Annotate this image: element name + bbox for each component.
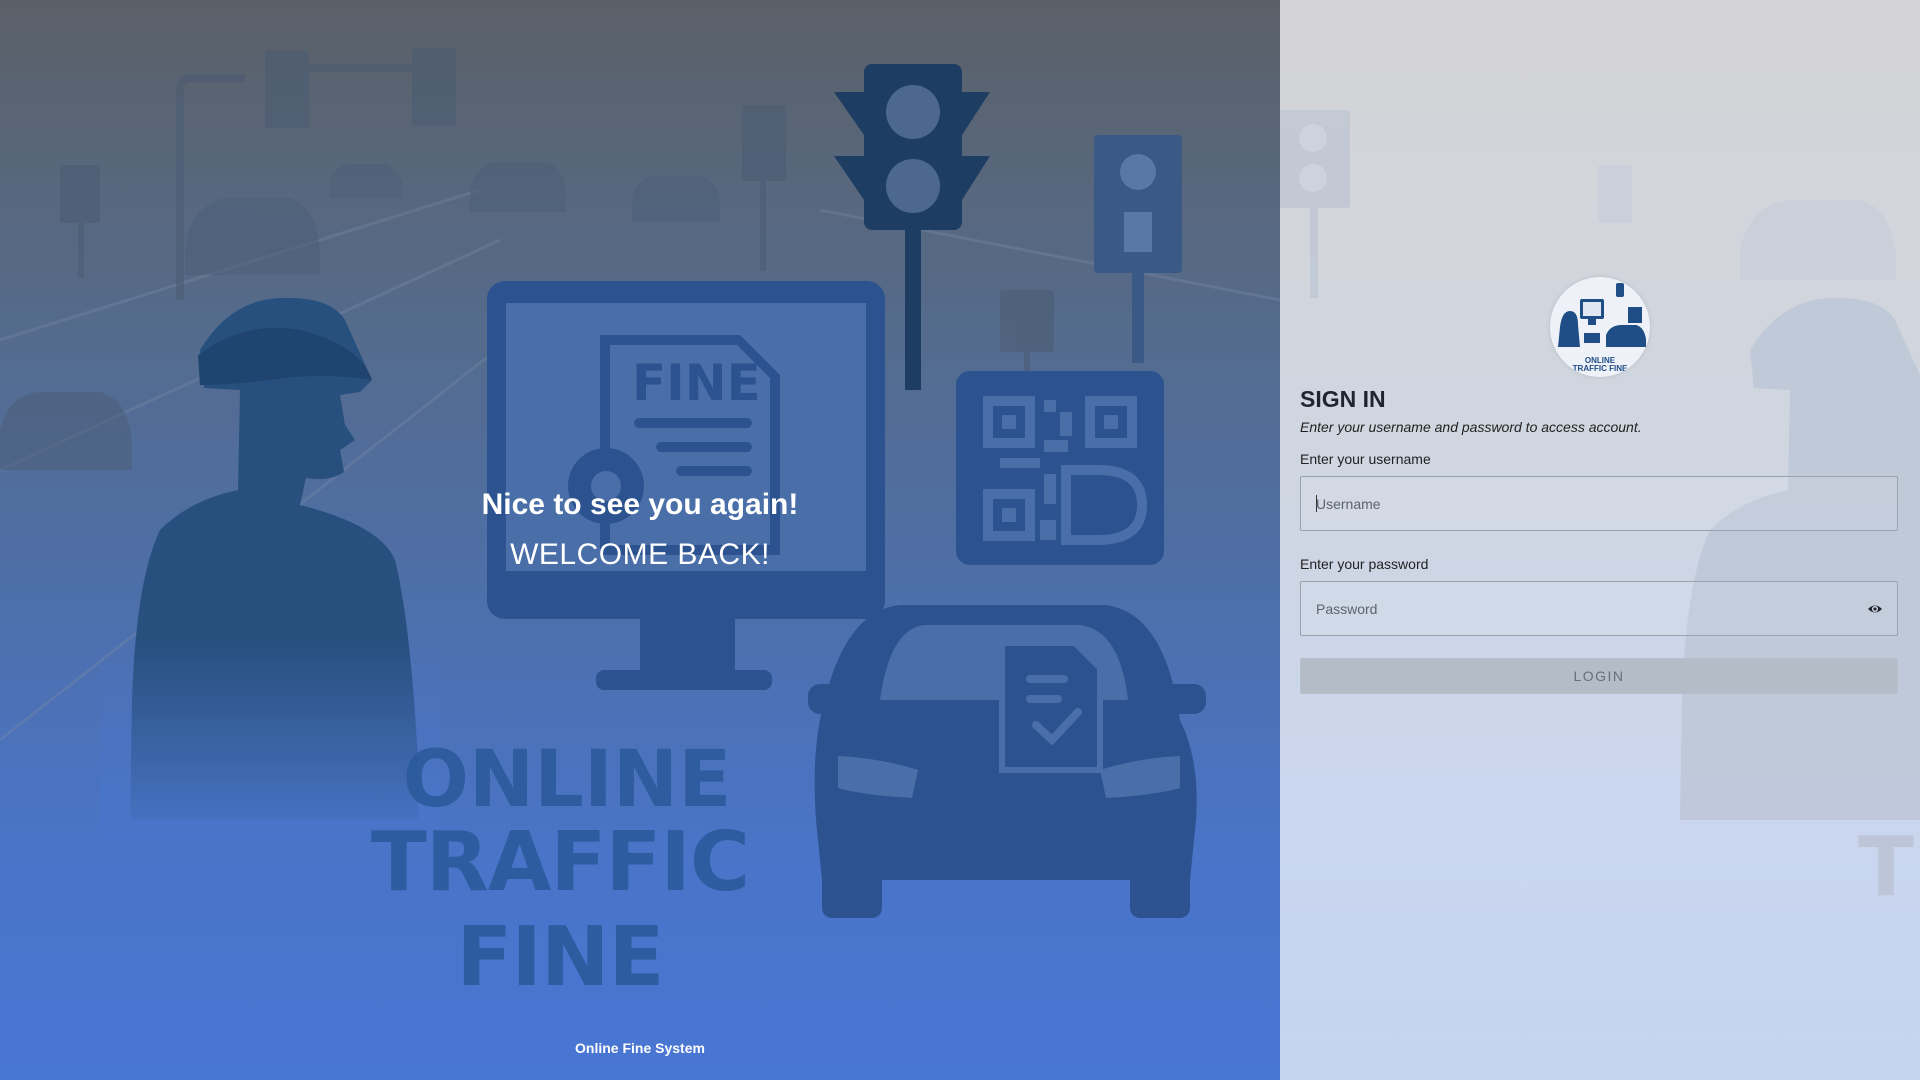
password-label: Enter your password (1300, 556, 1429, 572)
logo-text-traffic-fine: TRAFFIC FINE (1572, 364, 1628, 373)
eye-icon[interactable] (1867, 601, 1883, 617)
welcome-back-text: WELCOME BACK! (510, 538, 770, 571)
hero-section: FINE ONLINE TRAFFIC FINE Nice to see you… (0, 0, 1280, 1080)
login-button[interactable]: LOGIN (1300, 658, 1898, 694)
sign-in-panel: TI ONLINE TRAFFIC FINE SIGN IN Enter you… (1280, 0, 1920, 1080)
app-logo: ONLINE TRAFFIC FINE (1550, 277, 1650, 377)
greeting-text: Nice to see you again! (481, 488, 799, 521)
text-cursor (1316, 495, 1317, 512)
brand-line-traffic-fine: TRAFFIC FINE (370, 815, 750, 1005)
panel-background-illustration (1280, 110, 1920, 820)
sign-in-subtitle: Enter your username and password to acce… (1300, 419, 1642, 435)
username-field-wrapper (1300, 476, 1898, 531)
password-field-wrapper (1300, 581, 1898, 636)
panel-ghost-brand-text: TI (1858, 820, 1920, 915)
footer-system-name: Online Fine System (575, 1040, 705, 1056)
username-label: Enter your username (1300, 451, 1431, 467)
fine-text: FINE (632, 354, 761, 412)
password-input[interactable] (1301, 582, 1861, 635)
username-input[interactable] (1301, 477, 1897, 530)
sign-in-title: SIGN IN (1300, 386, 1386, 412)
brand-line-online: ONLINE (402, 735, 732, 825)
